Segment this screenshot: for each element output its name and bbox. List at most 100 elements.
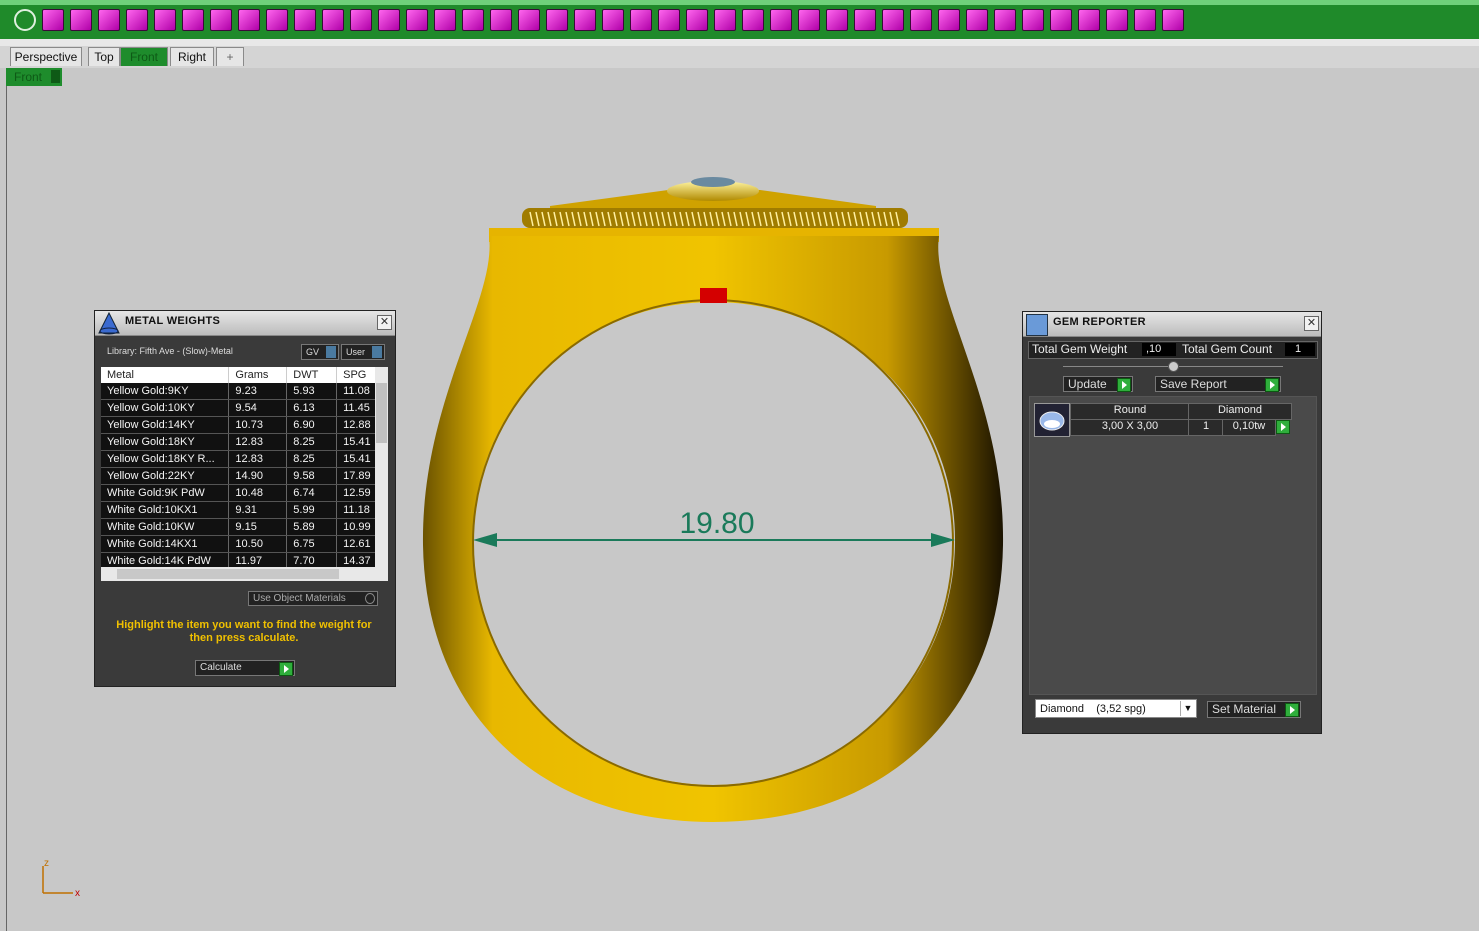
vertical-scrollbar[interactable]: [375, 367, 388, 567]
table-cell: 10.99: [336, 518, 375, 536]
table-row[interactable]: White Gold:9K PdW 10.48 6.74 12.59: [101, 484, 375, 502]
ring-head: [489, 177, 939, 242]
gem-list: Round Diamond 3,00 X 3,00 1 0,10tw: [1029, 396, 1317, 695]
library-label: Library: Fifth Ave - (Slow)-Metal: [107, 346, 233, 356]
axis-z-label: z: [44, 858, 49, 869]
gem-weight: 0,10tw: [1222, 419, 1276, 436]
gem-reporter-title: GEM REPORTER: [1053, 316, 1146, 328]
table-cell: 12.83: [228, 433, 288, 451]
table-row[interactable]: Yellow Gold:9KY 9.23 5.93 11.08: [101, 383, 375, 400]
slider-handle[interactable]: [1168, 361, 1179, 372]
table-cell: 12.59: [336, 484, 375, 502]
table-row[interactable]: Yellow Gold:18KY R... 12.83 8.25 15.41: [101, 450, 375, 468]
table-cell: 7.70: [286, 552, 338, 567]
material-select-value: Diamond (3,52 spg): [1040, 703, 1146, 715]
table-row[interactable]: White Gold:10KX1 9.31 5.99 11.18: [101, 501, 375, 519]
table-cell: Yellow Gold:9KY: [101, 383, 230, 400]
table-cell: Yellow Gold:18KY R...: [101, 450, 230, 468]
table-cell: 14.90: [228, 467, 288, 485]
gv-toggle[interactable]: GV: [301, 344, 339, 360]
column-header[interactable]: Grams: [228, 367, 288, 383]
table-row[interactable]: White Gold:14KX1 10.50 6.75 12.61: [101, 535, 375, 553]
metal-weights-titlebar[interactable]: METAL WEIGHTS ✕: [95, 311, 395, 336]
table-cell: 15.41: [336, 450, 375, 468]
horizontal-scrollbar[interactable]: [101, 567, 388, 581]
gem-list-item[interactable]: Round Diamond 3,00 X 3,00 1 0,10tw: [1034, 403, 1294, 437]
gv-label: GV: [306, 347, 320, 357]
radio-icon: [365, 593, 375, 604]
table-cell: 10.73: [228, 416, 288, 434]
close-icon[interactable]: ✕: [377, 315, 392, 330]
scroll-thumb[interactable]: [376, 383, 387, 443]
table-row[interactable]: Yellow Gold:10KY 9.54 6.13 11.45: [101, 399, 375, 417]
table-cell: 12.61: [336, 535, 375, 553]
user-toggle[interactable]: User: [341, 344, 385, 360]
table-cell: 6.13: [286, 399, 338, 417]
calculate-label: Calculate: [200, 662, 242, 673]
total-count-value: 1: [1285, 343, 1315, 356]
gem-reporter-titlebar[interactable]: GEM REPORTER ✕: [1023, 312, 1321, 337]
column-header[interactable]: DWT: [286, 367, 338, 383]
metal-table[interactable]: Metal Grams DWT SPG Yellow Gold:9KY 9.23 5.93…: [101, 367, 375, 567]
gem-material: Diamond: [1188, 403, 1292, 420]
table-cell: 9.15: [228, 518, 288, 536]
table-cell: White Gold:14KX1: [101, 535, 230, 553]
table-cell: 14.37: [336, 552, 375, 567]
total-count-label: Total Gem Count: [1182, 342, 1273, 356]
play-icon: [1285, 703, 1299, 717]
round-gem-icon: [1034, 403, 1070, 437]
table-cell: 10.48: [228, 484, 288, 502]
cone-icon: [97, 311, 121, 335]
table-cell: 5.89: [286, 518, 338, 536]
table-row[interactable]: White Gold:14K PdW 11.97 7.70 14.37: [101, 552, 375, 567]
table-cell: White Gold:14K PdW: [101, 552, 230, 567]
metal-weights-panel: METAL WEIGHTS ✕ Library: Fifth Ave - (Sl…: [94, 310, 396, 687]
gem-detail-button[interactable]: [1276, 420, 1290, 434]
gem-count: 1: [1188, 419, 1224, 436]
play-icon: [279, 662, 293, 676]
table-cell: Yellow Gold:18KY: [101, 433, 230, 451]
toggle-icon: [326, 346, 336, 358]
save-report-button[interactable]: Save Report: [1155, 376, 1281, 392]
user-label: User: [346, 347, 366, 357]
metal-weights-title: METAL WEIGHTS: [125, 315, 221, 327]
table-cell: 10.50: [228, 535, 288, 553]
table-cell: 6.75: [286, 535, 338, 553]
save-report-label: Save Report: [1160, 377, 1227, 391]
diameter-value: 19.80: [679, 507, 754, 540]
table-cell: Yellow Gold:10KY: [101, 399, 230, 417]
table-row[interactable]: Yellow Gold:18KY 12.83 8.25 15.41: [101, 433, 375, 451]
column-header[interactable]: Metal: [101, 367, 230, 383]
material-select[interactable]: Diamond (3,52 spg) ▼: [1035, 699, 1197, 718]
table-cell: 6.90: [286, 416, 338, 434]
use-object-materials-checkbox[interactable]: Use Object Materials: [248, 591, 378, 606]
axis-x-label: x: [75, 888, 80, 899]
table-cell: Yellow Gold:22KY: [101, 467, 230, 485]
table-cell: 11.08: [336, 383, 375, 400]
column-header[interactable]: SPG: [336, 367, 375, 383]
table-cell: 9.31: [228, 501, 288, 519]
table-row[interactable]: Yellow Gold:22KY 14.90 9.58 17.89: [101, 467, 375, 485]
gem-reporter-panel: GEM REPORTER ✕ Total Gem Weight ,10 Tota…: [1022, 311, 1322, 734]
toggle-icon: [372, 346, 382, 358]
update-button[interactable]: Update: [1063, 376, 1133, 392]
slider-track[interactable]: [1063, 361, 1283, 372]
set-material-button[interactable]: Set Material: [1207, 701, 1301, 718]
table-cell: 12.83: [228, 450, 288, 468]
diameter-dimension: 19.80: [473, 507, 955, 547]
close-icon[interactable]: ✕: [1304, 316, 1319, 331]
table-row[interactable]: Yellow Gold:14KY 10.73 6.90 12.88: [101, 416, 375, 434]
play-icon: [1265, 378, 1279, 392]
table-cell: 5.99: [286, 501, 338, 519]
gem-cut: Round: [1070, 403, 1190, 420]
table-cell: 17.89: [336, 467, 375, 485]
table-cell: 9.54: [228, 399, 288, 417]
table-row[interactable]: White Gold:10KW 9.15 5.89 10.99: [101, 518, 375, 536]
use-object-materials-label: Use Object Materials: [253, 593, 346, 604]
table-cell: 8.25: [286, 433, 338, 451]
set-material-label: Set Material: [1212, 702, 1277, 716]
scroll-thumb[interactable]: [117, 569, 339, 579]
calculate-button[interactable]: Calculate: [195, 660, 295, 676]
play-icon: [1117, 378, 1131, 392]
total-weight-value: ,10: [1142, 343, 1176, 356]
